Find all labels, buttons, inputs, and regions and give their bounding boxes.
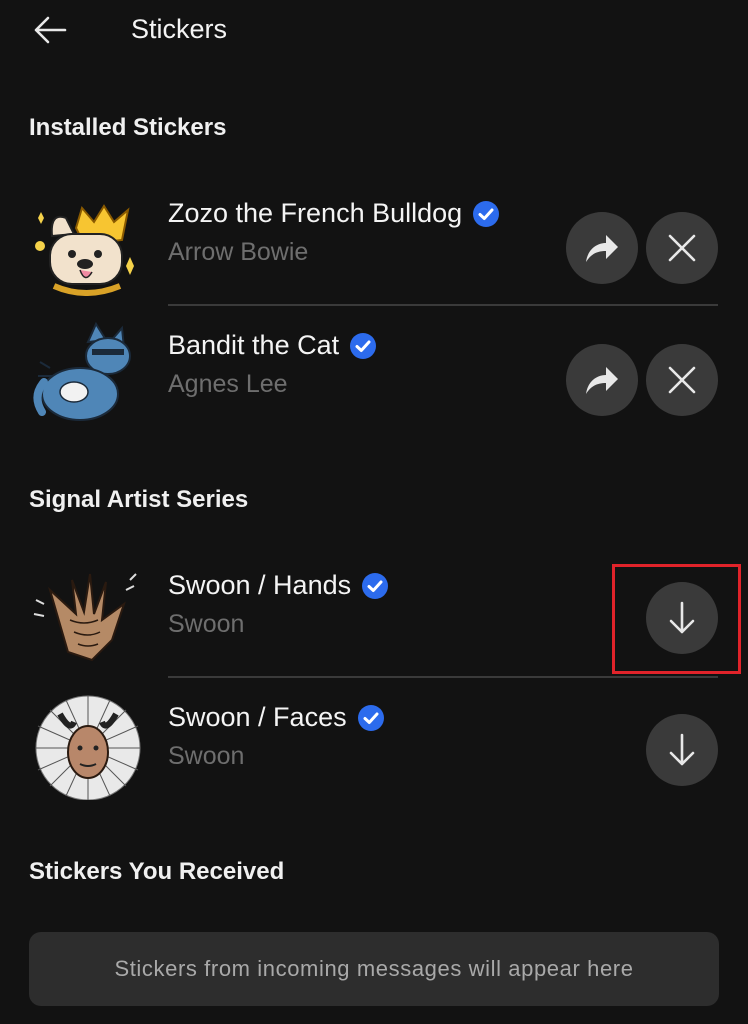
bulldog-sticker-thumbnail — [35, 204, 134, 296]
share-arrow-icon — [586, 235, 618, 262]
pack-author: Swoon — [168, 610, 245, 638]
pack-name-text: Swoon / Hands — [168, 570, 352, 600]
faces-sticker-thumbnail — [35, 695, 141, 800]
section-title-installed: Installed Stickers — [29, 114, 227, 141]
pack-name-text: Zozo the French Bulldog — [168, 198, 463, 228]
verified-badge-icon — [362, 572, 389, 599]
close-icon — [668, 234, 696, 262]
download-arrow-icon — [669, 601, 695, 634]
section-title-received: Stickers You Received — [29, 858, 285, 885]
app-bar: Stickers — [0, 0, 748, 60]
download-button[interactable] — [646, 714, 718, 786]
share-button[interactable] — [566, 344, 638, 416]
empty-state-text: Stickers from incoming messages will app… — [114, 956, 634, 981]
verified-badge-icon — [473, 200, 500, 227]
pack-name-text: Swoon / Faces — [168, 702, 347, 732]
arrow-left-icon — [34, 16, 67, 44]
pack-author: Arrow Bowie — [168, 238, 309, 266]
cat-sticker-thumbnail — [33, 321, 131, 421]
verified-badge-icon — [350, 332, 377, 359]
sticker-pack-row-swoon-faces[interactable]: Swoon / Faces Swoon — [0, 680, 748, 810]
remove-button[interactable] — [646, 212, 718, 284]
pack-name: Zozo the French Bulldog — [168, 198, 500, 229]
pack-name: Swoon / Hands — [168, 570, 389, 601]
pack-author: Agnes Lee — [168, 370, 288, 398]
share-button[interactable] — [566, 212, 638, 284]
download-button[interactable] — [646, 582, 718, 654]
pack-name: Bandit the Cat — [168, 330, 377, 361]
sticker-pack-row-zozo[interactable]: Zozo the French Bulldog Arrow Bowie — [0, 176, 748, 306]
section-title-artist-series: Signal Artist Series — [29, 486, 249, 513]
page-title: Stickers — [131, 14, 228, 44]
row-divider — [168, 676, 718, 678]
remove-button[interactable] — [646, 344, 718, 416]
sticker-pack-row-swoon-hands[interactable]: Swoon / Hands Swoon — [0, 548, 748, 678]
close-icon — [668, 366, 696, 394]
pack-name-text: Bandit the Cat — [168, 330, 340, 360]
pack-author: Swoon — [168, 742, 245, 770]
pack-name: Swoon / Faces — [168, 702, 385, 733]
hands-sticker-thumbnail — [33, 573, 137, 662]
row-divider — [168, 304, 718, 306]
verified-badge-icon — [357, 704, 384, 731]
sticker-pack-row-bandit[interactable]: Bandit the Cat Agnes Lee — [0, 308, 748, 438]
download-arrow-icon — [669, 733, 695, 766]
received-empty-state: Stickers from incoming messages will app… — [29, 932, 719, 1006]
back-button[interactable] — [26, 10, 74, 50]
share-arrow-icon — [586, 367, 618, 394]
